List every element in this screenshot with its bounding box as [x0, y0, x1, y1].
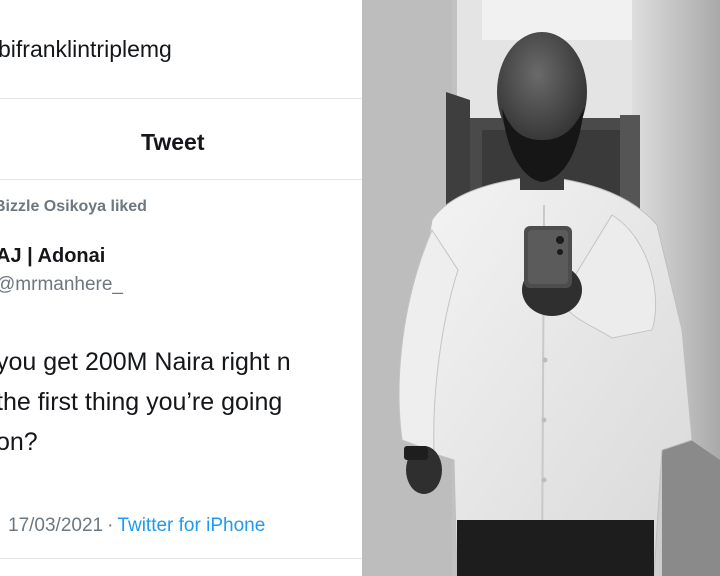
photo-illustration — [362, 0, 720, 576]
meta-separator: · — [107, 515, 114, 536]
tweet-text-line: the first thing you’re going — [0, 388, 283, 416]
author-handle[interactable]: @mrmanhere_ — [0, 274, 123, 296]
tweet-meta: 17/03/2021 · Twitter for iPhone — [8, 515, 265, 537]
tweet-source-link[interactable]: Twitter for iPhone — [117, 515, 265, 536]
divider — [0, 558, 362, 559]
liked-by-label[interactable]: Bizzle Osikoya liked — [0, 198, 147, 216]
tweet-header: Tweet — [0, 99, 362, 180]
profile-handle[interactable]: bifranklintriplemg — [0, 36, 172, 63]
tweet-screenshot: bifranklintriplemg Tweet Bizzle Osikoya … — [0, 0, 362, 576]
profile-bar: bifranklintriplemg — [0, 0, 362, 99]
tweet-text-line: on? — [0, 428, 38, 456]
tweet-date[interactable]: 17/03/2021 — [8, 515, 103, 536]
selfie-photo — [362, 0, 720, 576]
tweet-text-line: you get 200M Naira right n — [0, 348, 291, 376]
author-name[interactable]: AJ | Adonai — [0, 245, 105, 268]
tweet-text: you get 200M Naira right n the first thi… — [0, 342, 362, 462]
page-title: Tweet — [141, 129, 205, 155]
